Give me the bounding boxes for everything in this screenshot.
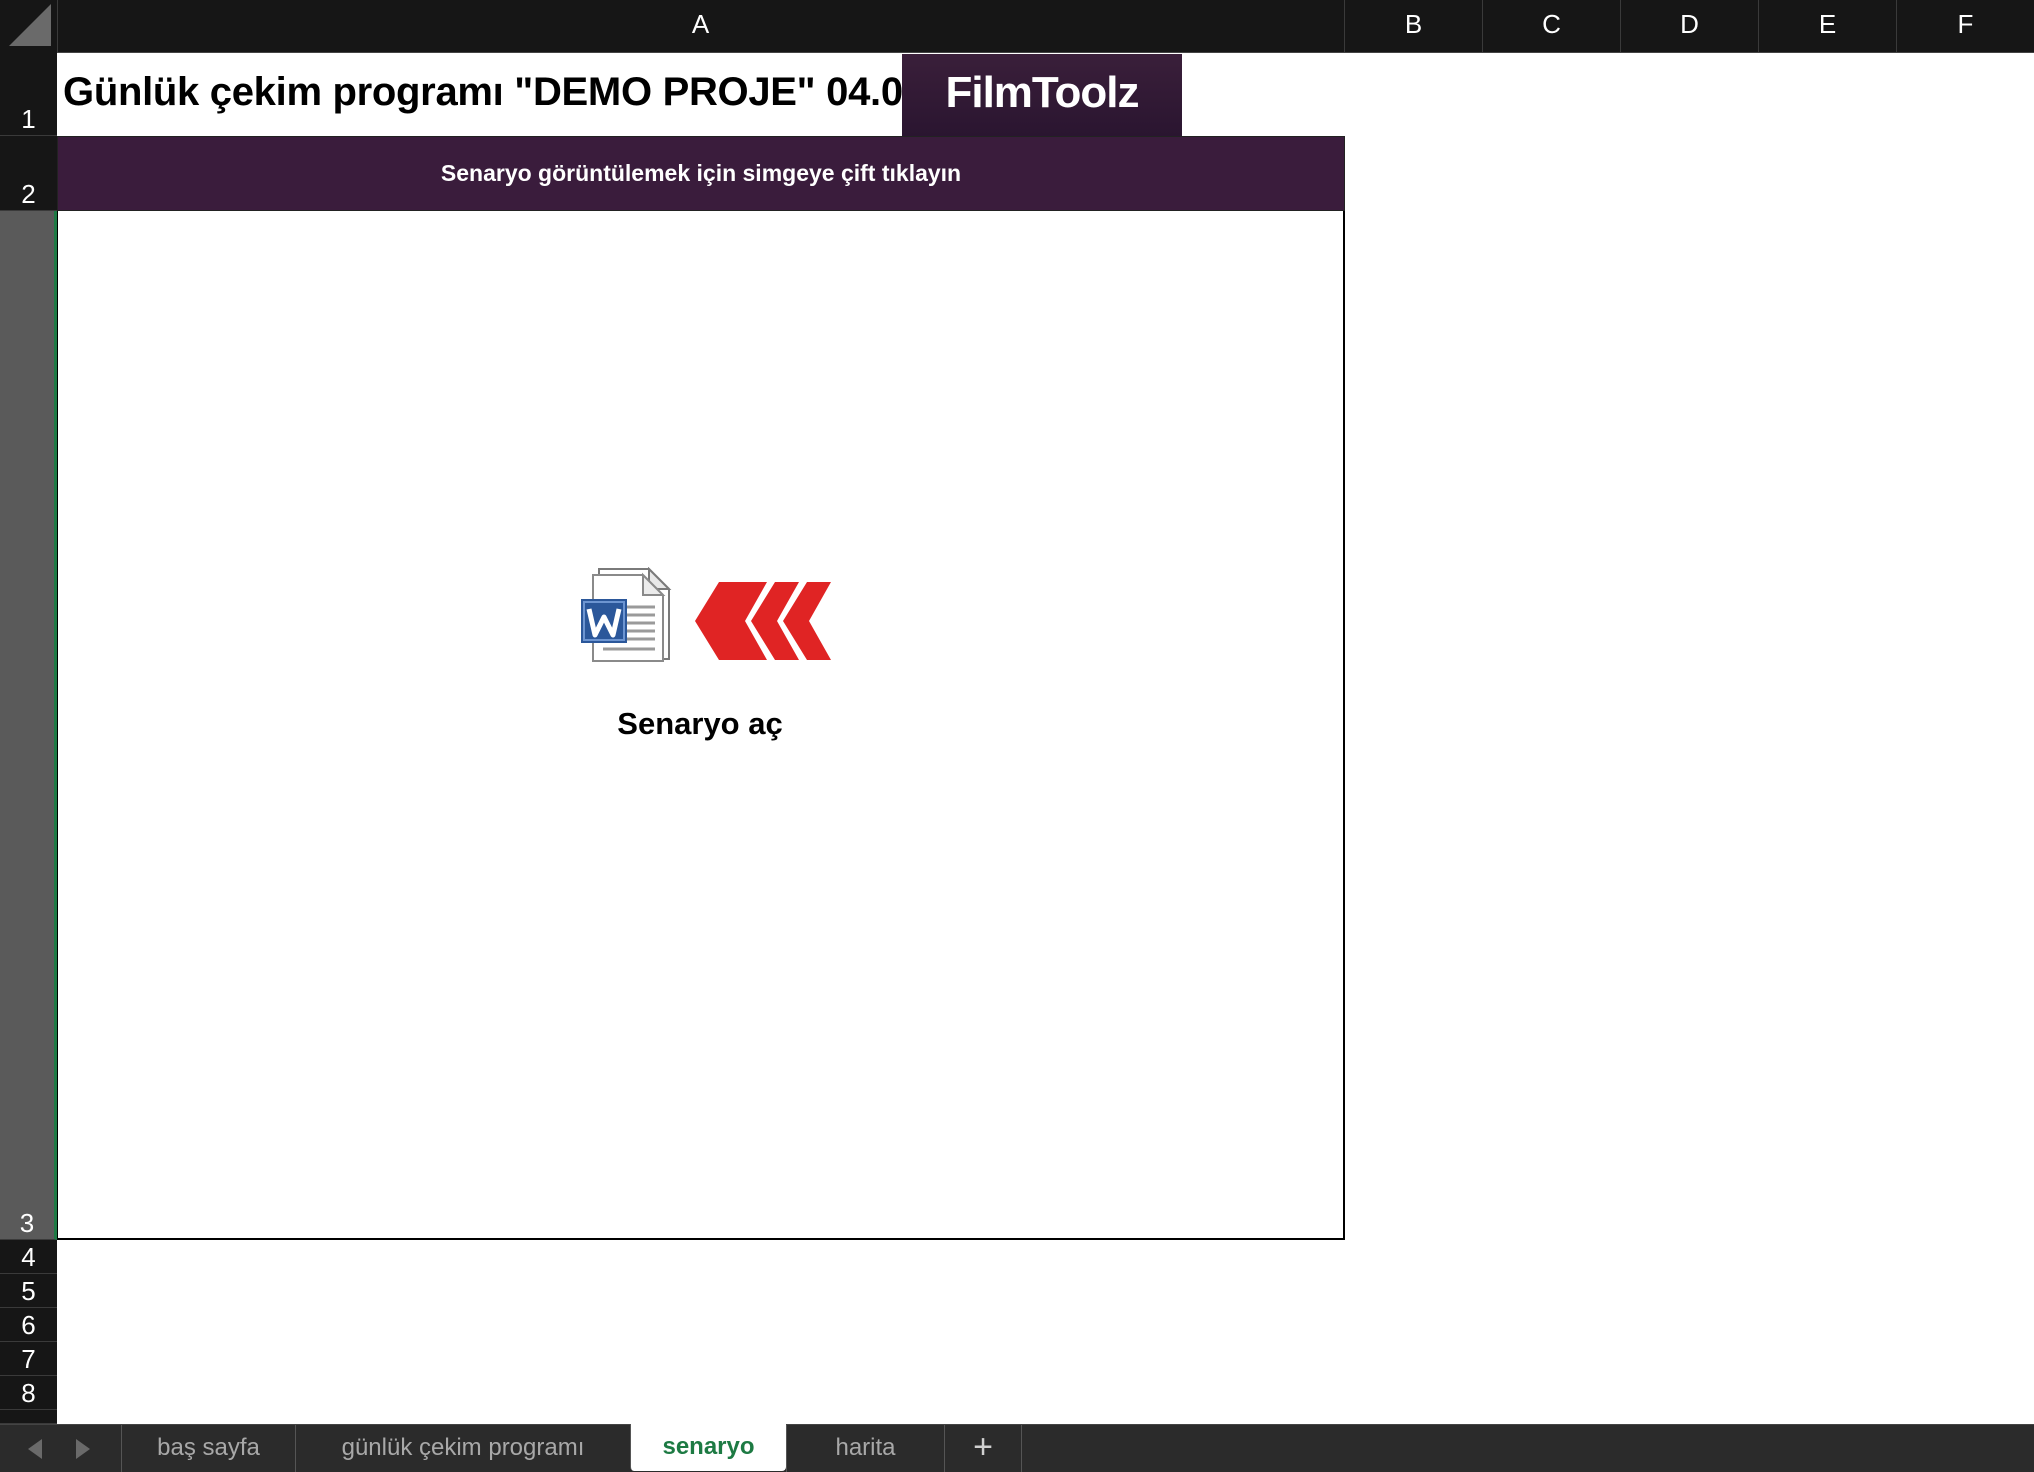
tab-senaryo[interactable]: senaryo bbox=[630, 1424, 786, 1471]
previous-sheet-icon[interactable] bbox=[28, 1439, 42, 1459]
filmtoolz-logo: FilmToolz bbox=[902, 54, 1182, 136]
select-all-triangle-icon bbox=[9, 4, 51, 46]
column-header-bar: A B C D E F bbox=[0, 0, 2034, 53]
cell-a2-header-band[interactable]: Senaryo görüntülemek için simgeye çift t… bbox=[57, 136, 1345, 211]
column-header-d[interactable]: D bbox=[1621, 0, 1759, 52]
add-sheet-button[interactable]: + bbox=[944, 1425, 1022, 1472]
tab-bas-sayfa[interactable]: baş sayfa bbox=[121, 1425, 295, 1472]
cell-a1[interactable]: Günlük çekim programı "DEMO PROJE" 04.0 bbox=[57, 52, 902, 135]
column-header-b[interactable]: B bbox=[1345, 0, 1483, 52]
row-header-8[interactable]: 8 bbox=[0, 1376, 57, 1410]
row-header-5[interactable]: 5 bbox=[0, 1274, 57, 1308]
column-header-a[interactable]: A bbox=[57, 0, 1345, 52]
row-header-column: 1 2 3 4 5 6 7 8 bbox=[0, 52, 57, 1424]
next-sheet-icon[interactable] bbox=[76, 1439, 90, 1459]
column-header-c[interactable]: C bbox=[1483, 0, 1621, 52]
column-header-f[interactable]: F bbox=[1897, 0, 2034, 52]
row-header-3[interactable]: 3 bbox=[0, 211, 57, 1240]
row-header-7[interactable]: 7 bbox=[0, 1342, 57, 1376]
row-header-1[interactable]: 1 bbox=[0, 52, 57, 136]
row-header-6[interactable]: 6 bbox=[0, 1308, 57, 1342]
word-document-icon[interactable] bbox=[579, 567, 673, 663]
row-header-2[interactable]: 2 bbox=[0, 136, 57, 211]
row-header-4[interactable]: 4 bbox=[0, 1240, 57, 1274]
tab-gunluk-cekim-programi[interactable]: günlük çekim programı bbox=[295, 1425, 630, 1472]
instruction-text: Senaryo görüntülemek için simgeye çift t… bbox=[440, 160, 962, 186]
tab-harita[interactable]: harita bbox=[786, 1425, 944, 1472]
logo-text: FilmToolz bbox=[945, 68, 1139, 117]
page-title: Günlük çekim programı "DEMO PROJE" 04.0 bbox=[63, 70, 902, 114]
select-all-corner[interactable] bbox=[0, 0, 58, 52]
column-header-e[interactable]: E bbox=[1759, 0, 1897, 52]
spreadsheet-window: A B C D E F 1 2 3 4 5 6 7 8 Günlük çekim… bbox=[0, 0, 2034, 1472]
row-header-9-partial[interactable] bbox=[0, 1410, 57, 1424]
sheet-tab-bar: baş sayfa günlük çekim programı senaryo … bbox=[0, 1424, 2034, 1472]
red-double-chevron-left-icon[interactable] bbox=[695, 582, 850, 660]
open-script-label: Senaryo aç bbox=[617, 706, 783, 741]
